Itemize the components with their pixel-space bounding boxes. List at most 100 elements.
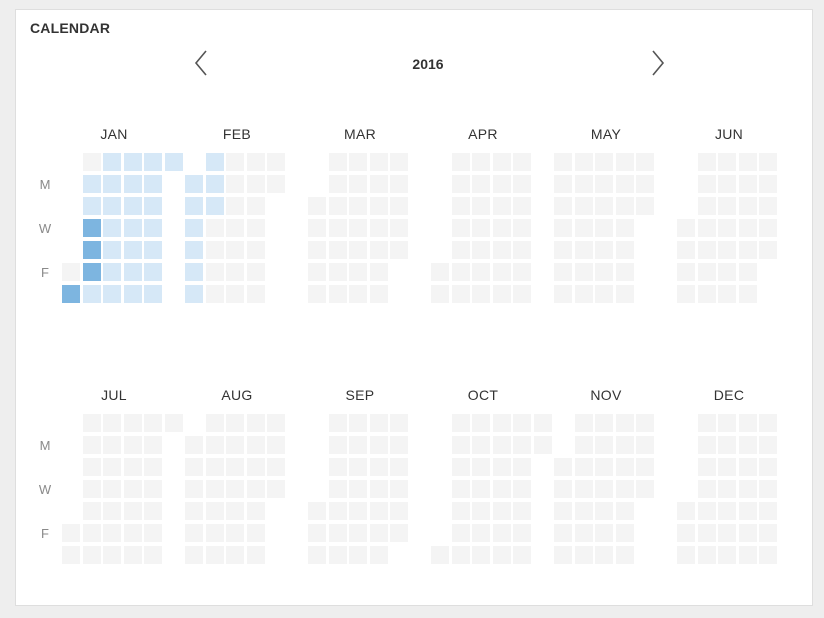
day-cell[interactable]	[226, 414, 244, 432]
day-cell[interactable]	[697, 263, 716, 281]
day-cell[interactable]	[492, 524, 511, 542]
day-cell[interactable]	[738, 219, 757, 237]
day-cell[interactable]	[82, 263, 101, 281]
day-cell[interactable]	[759, 480, 777, 498]
day-cell[interactable]	[328, 197, 347, 215]
day-cell[interactable]	[615, 175, 634, 193]
day-cell[interactable]	[349, 458, 367, 476]
day-cell[interactable]	[554, 241, 572, 259]
day-cell[interactable]	[554, 502, 572, 520]
day-cell[interactable]	[759, 546, 777, 564]
day-cell[interactable]	[759, 458, 777, 476]
day-cell[interactable]	[103, 480, 121, 498]
day-cell[interactable]	[738, 197, 757, 215]
day-cell[interactable]	[738, 241, 757, 259]
day-cell[interactable]	[369, 219, 388, 237]
day-cell[interactable]	[759, 197, 777, 215]
day-cell[interactable]	[349, 197, 367, 215]
day-cell[interactable]	[144, 263, 162, 281]
day-cell[interactable]	[123, 480, 142, 498]
day-cell[interactable]	[369, 263, 388, 281]
day-cell[interactable]	[451, 414, 470, 432]
day-cell[interactable]	[451, 197, 470, 215]
day-cell[interactable]	[472, 414, 490, 432]
day-cell[interactable]	[349, 241, 367, 259]
day-cell[interactable]	[205, 263, 224, 281]
day-cell[interactable]	[328, 241, 347, 259]
day-cell[interactable]	[615, 458, 634, 476]
day-cell[interactable]	[492, 241, 511, 259]
day-cell[interactable]	[82, 436, 101, 454]
day-cell[interactable]	[738, 263, 757, 281]
day-cell[interactable]	[267, 414, 285, 432]
day-cell[interactable]	[513, 502, 531, 520]
day-cell[interactable]	[123, 175, 142, 193]
day-cell[interactable]	[369, 546, 388, 564]
day-cell[interactable]	[349, 436, 367, 454]
day-cell[interactable]	[369, 285, 388, 303]
day-cell[interactable]	[492, 546, 511, 564]
day-cell[interactable]	[246, 458, 265, 476]
day-cell[interactable]	[144, 480, 162, 498]
day-cell[interactable]	[205, 502, 224, 520]
day-cell[interactable]	[369, 153, 388, 171]
day-cell[interactable]	[451, 502, 470, 520]
day-cell[interactable]	[574, 524, 593, 542]
day-cell[interactable]	[144, 197, 162, 215]
day-cell[interactable]	[472, 546, 490, 564]
day-cell[interactable]	[595, 458, 613, 476]
day-cell[interactable]	[451, 436, 470, 454]
day-cell[interactable]	[62, 285, 80, 303]
day-cell[interactable]	[123, 197, 142, 215]
day-cell[interactable]	[595, 197, 613, 215]
day-cell[interactable]	[595, 219, 613, 237]
day-cell[interactable]	[677, 241, 695, 259]
day-cell[interactable]	[513, 436, 531, 454]
day-cell[interactable]	[697, 197, 716, 215]
day-cell[interactable]	[615, 285, 634, 303]
day-cell[interactable]	[246, 197, 265, 215]
day-cell[interactable]	[472, 436, 490, 454]
day-cell[interactable]	[451, 241, 470, 259]
day-cell[interactable]	[328, 502, 347, 520]
day-cell[interactable]	[738, 546, 757, 564]
day-cell[interactable]	[185, 458, 203, 476]
day-cell[interactable]	[492, 414, 511, 432]
day-cell[interactable]	[697, 219, 716, 237]
day-cell[interactable]	[308, 524, 326, 542]
day-cell[interactable]	[615, 219, 634, 237]
day-cell[interactable]	[328, 153, 347, 171]
day-cell[interactable]	[246, 524, 265, 542]
day-cell[interactable]	[328, 414, 347, 432]
day-cell[interactable]	[82, 524, 101, 542]
next-year-button[interactable]	[645, 48, 671, 78]
day-cell[interactable]	[554, 263, 572, 281]
day-cell[interactable]	[103, 414, 121, 432]
day-cell[interactable]	[123, 263, 142, 281]
day-cell[interactable]	[349, 480, 367, 498]
day-cell[interactable]	[513, 524, 531, 542]
day-cell[interactable]	[82, 175, 101, 193]
day-cell[interactable]	[308, 197, 326, 215]
day-cell[interactable]	[103, 153, 121, 171]
day-cell[interactable]	[697, 414, 716, 432]
day-cell[interactable]	[349, 263, 367, 281]
day-cell[interactable]	[431, 546, 449, 564]
day-cell[interactable]	[123, 436, 142, 454]
day-cell[interactable]	[554, 524, 572, 542]
day-cell[interactable]	[144, 175, 162, 193]
day-cell[interactable]	[390, 436, 408, 454]
day-cell[interactable]	[246, 153, 265, 171]
day-cell[interactable]	[82, 153, 101, 171]
day-cell[interactable]	[205, 524, 224, 542]
day-cell[interactable]	[574, 414, 593, 432]
day-cell[interactable]	[738, 524, 757, 542]
day-cell[interactable]	[718, 458, 736, 476]
day-cell[interactable]	[451, 480, 470, 498]
day-cell[interactable]	[103, 502, 121, 520]
day-cell[interactable]	[697, 546, 716, 564]
day-cell[interactable]	[226, 153, 244, 171]
day-cell[interactable]	[472, 263, 490, 281]
day-cell[interactable]	[185, 502, 203, 520]
day-cell[interactable]	[226, 436, 244, 454]
